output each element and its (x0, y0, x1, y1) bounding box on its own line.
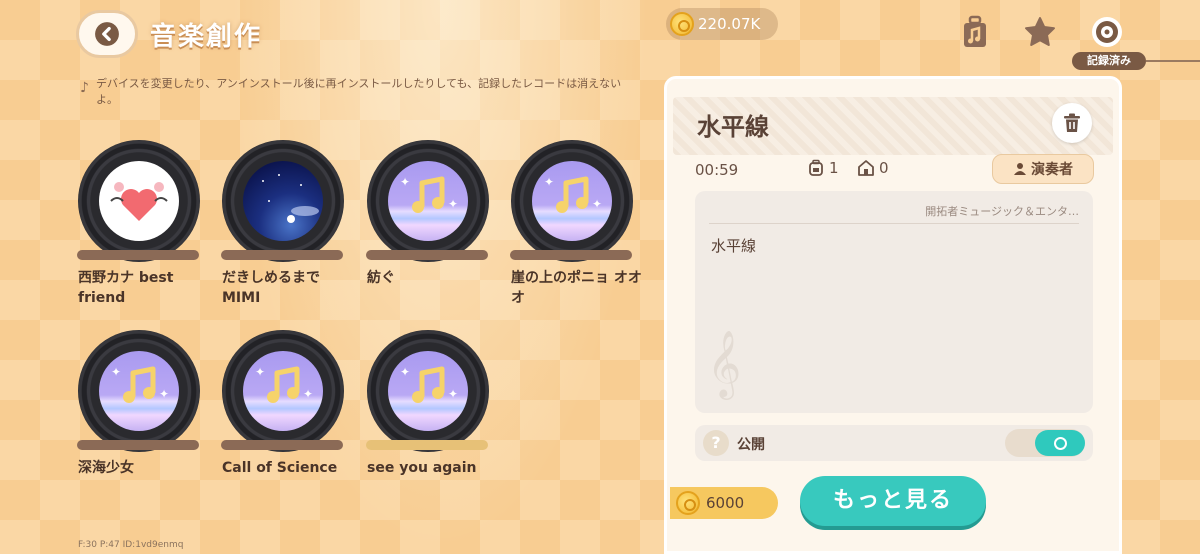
music-note-icon (123, 366, 156, 403)
tab-underline (1146, 60, 1200, 62)
cost-display: 6000 (670, 487, 778, 519)
notice-text: ♪ デバイスを変更したり、アンインストール後に再インストールしたりしても、記録し… (80, 76, 640, 108)
star-icon (1025, 17, 1055, 46)
cost-amount: 6000 (706, 494, 745, 512)
toggle-knob (1035, 430, 1085, 456)
chevron-left-icon (95, 22, 119, 46)
delete-button[interactable] (1052, 103, 1092, 143)
record-art-night (243, 161, 323, 241)
coin-icon (670, 12, 694, 36)
vinyl-disc: ✦ ✦ (511, 140, 633, 262)
treble-clef-icon: 𝄞 (707, 329, 742, 397)
music-note-icon (267, 366, 300, 403)
vinyl-disc (222, 140, 344, 262)
divider (709, 223, 1079, 224)
record-shelf-selected (366, 440, 488, 450)
trash-icon (1064, 113, 1080, 132)
tab-favorites[interactable] (1020, 12, 1060, 52)
backpack-icon (809, 159, 823, 176)
public-setting-row: ? 公開 (695, 425, 1093, 461)
description-box: 開拓者ミュージック＆エンタ… 水平線 𝄞 (695, 191, 1093, 413)
public-label: 公開 (737, 437, 765, 453)
record-shelf (221, 250, 343, 260)
record-shelf (510, 250, 632, 260)
record-art-music: ✦ ✦ (388, 161, 468, 241)
person-icon (1014, 163, 1026, 175)
record-title: see you again (367, 460, 477, 476)
debug-info: F:30 P:47 ID:1vd9enmq (78, 540, 184, 550)
coin-amount: 220.07K (698, 15, 761, 33)
record-art-music: ✦ ✦ (388, 351, 468, 431)
disc-icon (1092, 17, 1122, 47)
music-note-icon (412, 366, 445, 403)
record-shelf (77, 250, 199, 260)
house-icon (858, 160, 874, 176)
record-title: 紡ぐ (367, 270, 395, 286)
description-text: 水平線 (711, 237, 757, 255)
record-shelf (366, 250, 488, 260)
stat-houses-value: 0 (879, 159, 889, 177)
music-note-icon (412, 176, 445, 213)
vinyl-disc (78, 140, 200, 262)
record-title: だきしめるまで MIMI (222, 270, 320, 306)
help-icon[interactable]: ? (703, 430, 729, 456)
vinyl-disc: ✦ ✦ (78, 330, 200, 452)
player-button-label: 演奏者 (1031, 162, 1073, 178)
tab-recorded-label: 記録済み (1072, 52, 1146, 70)
vinyl-disc: ✦ ✦ (222, 330, 344, 452)
vinyl-disc: ✦ ✦ (367, 330, 489, 452)
record-duration: 00:59 (695, 161, 739, 179)
see-more-button[interactable]: もっと見る (800, 476, 986, 526)
record-art-music: ✦ ✦ (243, 351, 323, 431)
author-name: 開拓者ミュージック＆エンタ… (925, 205, 1079, 218)
tab-recorded[interactable] (1087, 12, 1127, 52)
notice-body: デバイスを変更したり、アンインストール後に再インストールしたりしても、記録したレ… (96, 77, 622, 106)
back-button[interactable] (76, 10, 138, 58)
music-note-icon (556, 176, 589, 213)
record-name: 水平線 (697, 113, 769, 141)
record-art-music: ✦ ✦ (99, 351, 179, 431)
player-button[interactable]: 演奏者 (992, 154, 1094, 184)
music-tag-icon (964, 15, 986, 47)
record-title: 深海少女 (78, 460, 134, 476)
vinyl-disc: ✦ ✦ (367, 140, 489, 262)
record-title: Call of Science (222, 460, 338, 476)
record-shelf (221, 440, 343, 450)
stat-houses: 0 (857, 159, 889, 177)
page-title: 音楽創作 (150, 22, 263, 52)
coin-balance: 220.07K (666, 8, 778, 40)
stat-plays-value: 1 (829, 159, 839, 177)
public-toggle[interactable] (1005, 429, 1085, 457)
record-title: 崖の上のポニョ オオオ (511, 270, 642, 306)
stat-plays: 1 (807, 159, 839, 177)
music-note-icon: ♪ (80, 80, 89, 96)
toggle-on-icon (1053, 436, 1067, 450)
record-shelf (77, 440, 199, 450)
tab-music-tag[interactable] (955, 12, 995, 52)
record-art-heart (99, 161, 179, 241)
record-title: 西野カナ best friend (78, 270, 174, 306)
record-art-music: ✦ ✦ (532, 161, 612, 241)
coin-icon (676, 491, 700, 515)
